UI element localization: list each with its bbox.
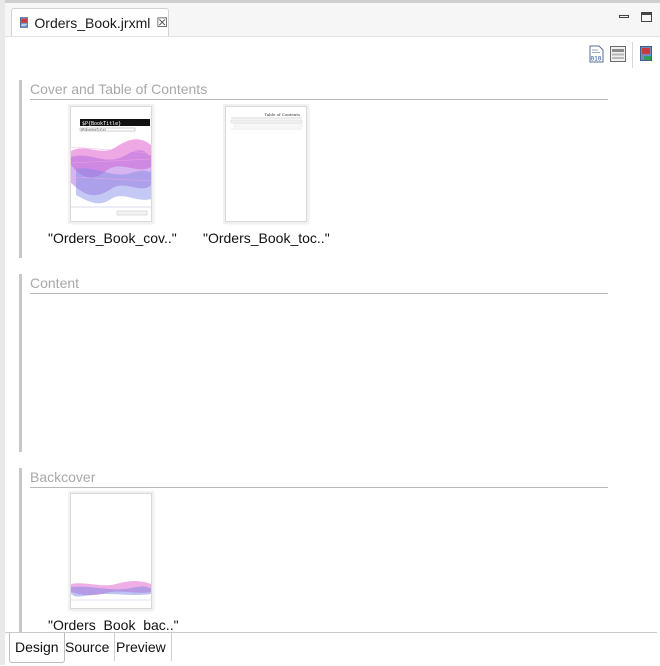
cover-thumbnail: $P{BookTitle} $P{BookSubTitle}: [70, 106, 152, 222]
editor-tab-orders-book[interactable]: Orders_Book.jrxml ☒: [11, 8, 169, 36]
svg-text:010: 010: [591, 56, 602, 63]
toc-page-preview: Table of Contents: [230, 112, 303, 130]
section-title: Cover and Table of Contents: [30, 81, 608, 100]
part-backcover[interactable]: "Orders_Book_bac..": [48, 493, 179, 633]
toolbar-separator: [632, 42, 633, 68]
section-title: Backcover: [30, 469, 608, 488]
window-left-edge: [0, 0, 5, 665]
part-caption: "Orders_Book_cov..": [48, 230, 177, 246]
datasource-icon[interactable]: 010: [589, 45, 604, 63]
editor-mode-tabs: Design Source Preview: [5, 632, 657, 666]
section-content: Content: [19, 274, 619, 452]
cover-subtitle-field: $P{BookSubTitle}: [81, 128, 106, 132]
part-caption: "Orders_Book_bac..": [48, 617, 179, 633]
maximize-icon[interactable]: [641, 12, 652, 22]
jrxml-file-icon: [20, 17, 29, 28]
backcover-thumbnail: [70, 493, 152, 609]
editor-tab-bar: Orders_Book.jrxml ☒: [5, 3, 660, 37]
section-backcover: Backcover "Orders_Book_bac..": [19, 468, 619, 633]
section-bar: [19, 468, 22, 632]
backcover-page-preview: [71, 581, 151, 601]
minimize-icon[interactable]: [619, 12, 629, 20]
toc-heading: Table of Contents: [264, 112, 300, 117]
tab-source[interactable]: Source: [60, 633, 116, 661]
section-bar: [19, 80, 22, 258]
book-export-icon[interactable]: [640, 46, 652, 61]
tab-design[interactable]: Design: [9, 633, 65, 663]
editor-tab-label: Orders_Book.jrxml: [34, 14, 151, 31]
toc-thumbnail: Table of Contents: [225, 106, 307, 222]
band-layout-icon[interactable]: [610, 46, 626, 62]
close-icon[interactable]: ☒: [156, 15, 168, 31]
section-title: Content: [30, 275, 608, 294]
part-cover[interactable]: $P{BookTitle} $P{BookSubTitle} "Orders_B…: [48, 106, 177, 256]
section-cover-toc: Cover and Table of Contents $P{BookTitle…: [19, 80, 619, 258]
section-bar: [19, 274, 22, 452]
part-toc[interactable]: Table of Contents "Orders_Book_toc..": [203, 106, 330, 256]
cover-page-preview: $P{BookTitle} $P{BookSubTitle}: [71, 119, 151, 216]
part-caption: "Orders_Book_toc..": [203, 230, 330, 246]
tab-preview[interactable]: Preview: [111, 633, 172, 661]
cover-title-field: $P{BookTitle}: [82, 121, 121, 127]
